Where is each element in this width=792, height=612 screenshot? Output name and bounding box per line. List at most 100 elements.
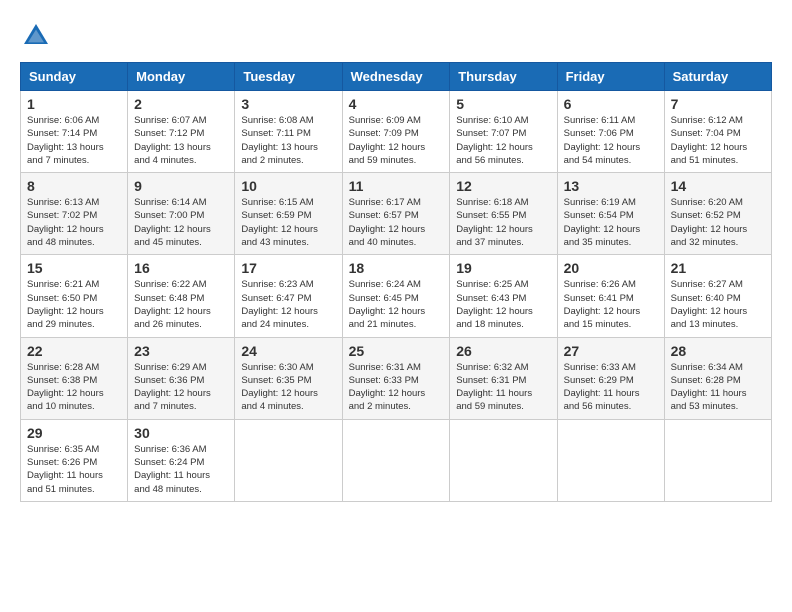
day-number: 17 — [241, 260, 335, 276]
calendar-cell: 18 Sunrise: 6:24 AM Sunset: 6:45 PM Dayli… — [342, 255, 450, 337]
day-number: 18 — [349, 260, 444, 276]
day-number: 6 — [564, 96, 658, 112]
day-info: Sunrise: 6:26 AM Sunset: 6:41 PM Dayligh… — [564, 278, 658, 331]
day-number: 12 — [456, 178, 550, 194]
calendar-cell: 16 Sunrise: 6:22 AM Sunset: 6:48 PM Dayli… — [128, 255, 235, 337]
calendar-cell: 1 Sunrise: 6:06 AM Sunset: 7:14 PM Daylig… — [21, 91, 128, 173]
day-info: Sunrise: 6:08 AM Sunset: 7:11 PM Dayligh… — [241, 114, 335, 167]
calendar-cell: 21Sunrise: 6:27 AM Sunset: 6:40 PM Dayli… — [664, 255, 771, 337]
calendar-cell: 4 Sunrise: 6:09 AM Sunset: 7:09 PM Daylig… — [342, 91, 450, 173]
calendar-cell: 8Sunrise: 6:13 AM Sunset: 7:02 PM Daylig… — [21, 173, 128, 255]
day-number: 3 — [241, 96, 335, 112]
calendar-cell: 30 Sunrise: 6:36 AM Sunset: 6:24 PM Dayli… — [128, 419, 235, 501]
calendar-week-row: 29 Sunrise: 6:35 AM Sunset: 6:26 PM Dayli… — [21, 419, 772, 501]
day-number: 9 — [134, 178, 228, 194]
calendar-cell: 15 Sunrise: 6:21 AM Sunset: 6:50 PM Dayli… — [21, 255, 128, 337]
calendar-cell: 28 Sunrise: 6:34 AM Sunset: 6:28 PM Dayli… — [664, 337, 771, 419]
day-of-week-friday: Friday — [557, 63, 664, 91]
calendar-cell: 9Sunrise: 6:14 AM Sunset: 7:00 PM Daylig… — [128, 173, 235, 255]
day-info: Sunrise: 6:07 AM Sunset: 7:12 PM Dayligh… — [134, 114, 228, 167]
calendar-cell: 19 Sunrise: 6:25 AM Sunset: 6:43 PM Dayli… — [450, 255, 557, 337]
day-number: 13 — [564, 178, 658, 194]
day-info: Sunrise: 6:36 AM Sunset: 6:24 PM Dayligh… — [134, 443, 228, 496]
calendar-cell — [664, 419, 771, 501]
calendar-cell: 14Sunrise: 6:20 AM Sunset: 6:52 PM Dayli… — [664, 173, 771, 255]
day-info: Sunrise: 6:15 AM Sunset: 6:59 PM Dayligh… — [241, 196, 335, 249]
day-of-week-monday: Monday — [128, 63, 235, 91]
day-info: Sunrise: 6:29 AM Sunset: 6:36 PM Dayligh… — [134, 361, 228, 414]
calendar-cell: 3 Sunrise: 6:08 AM Sunset: 7:11 PM Daylig… — [235, 91, 342, 173]
calendar-cell: 17 Sunrise: 6:23 AM Sunset: 6:47 PM Dayli… — [235, 255, 342, 337]
calendar-cell: 25Sunrise: 6:31 AM Sunset: 6:33 PM Dayli… — [342, 337, 450, 419]
day-info: Sunrise: 6:12 AM Sunset: 7:04 PM Dayligh… — [671, 114, 765, 167]
calendar-week-row: 15 Sunrise: 6:21 AM Sunset: 6:50 PM Dayli… — [21, 255, 772, 337]
day-number: 26 — [456, 343, 550, 359]
calendar-cell — [235, 419, 342, 501]
logo-icon — [20, 20, 52, 52]
calendar-cell: 13Sunrise: 6:19 AM Sunset: 6:54 PM Dayli… — [557, 173, 664, 255]
day-number: 29 — [27, 425, 121, 441]
logo — [20, 20, 58, 52]
calendar-week-row: 22 Sunrise: 6:28 AM Sunset: 6:38 PM Dayli… — [21, 337, 772, 419]
day-number: 22 — [27, 343, 121, 359]
day-info: Sunrise: 6:18 AM Sunset: 6:55 PM Dayligh… — [456, 196, 550, 249]
day-info: Sunrise: 6:13 AM Sunset: 7:02 PM Dayligh… — [27, 196, 121, 249]
day-number: 7 — [671, 96, 765, 112]
day-of-week-wednesday: Wednesday — [342, 63, 450, 91]
calendar-cell: 29 Sunrise: 6:35 AM Sunset: 6:26 PM Dayli… — [21, 419, 128, 501]
day-number: 27 — [564, 343, 658, 359]
calendar-cell: 26 Sunrise: 6:32 AM Sunset: 6:31 PM Dayli… — [450, 337, 557, 419]
day-info: Sunrise: 6:32 AM Sunset: 6:31 PM Dayligh… — [456, 361, 550, 414]
calendar-cell — [557, 419, 664, 501]
day-info: Sunrise: 6:30 AM Sunset: 6:35 PM Dayligh… — [241, 361, 335, 414]
day-of-week-sunday: Sunday — [21, 63, 128, 91]
calendar-cell: 20 Sunrise: 6:26 AM Sunset: 6:41 PM Dayli… — [557, 255, 664, 337]
day-info: Sunrise: 6:11 AM Sunset: 7:06 PM Dayligh… — [564, 114, 658, 167]
calendar-header-row: SundayMondayTuesdayWednesdayThursdayFrid… — [21, 63, 772, 91]
day-info: Sunrise: 6:06 AM Sunset: 7:14 PM Dayligh… — [27, 114, 121, 167]
day-info: Sunrise: 6:17 AM Sunset: 6:57 PM Dayligh… — [349, 196, 444, 249]
day-of-week-saturday: Saturday — [664, 63, 771, 91]
day-info: Sunrise: 6:10 AM Sunset: 7:07 PM Dayligh… — [456, 114, 550, 167]
day-info: Sunrise: 6:34 AM Sunset: 6:28 PM Dayligh… — [671, 361, 765, 414]
day-info: Sunrise: 6:31 AM Sunset: 6:33 PM Dayligh… — [349, 361, 444, 414]
day-number: 1 — [27, 96, 121, 112]
calendar-cell — [450, 419, 557, 501]
calendar-cell: 23 Sunrise: 6:29 AM Sunset: 6:36 PM Dayli… — [128, 337, 235, 419]
calendar-table: SundayMondayTuesdayWednesdayThursdayFrid… — [20, 62, 772, 502]
day-info: Sunrise: 6:21 AM Sunset: 6:50 PM Dayligh… — [27, 278, 121, 331]
day-number: 28 — [671, 343, 765, 359]
day-number: 24 — [241, 343, 335, 359]
calendar-cell: 7 Sunrise: 6:12 AM Sunset: 7:04 PM Daylig… — [664, 91, 771, 173]
calendar-cell: 10Sunrise: 6:15 AM Sunset: 6:59 PM Dayli… — [235, 173, 342, 255]
calendar-week-row: 8Sunrise: 6:13 AM Sunset: 7:02 PM Daylig… — [21, 173, 772, 255]
calendar-cell: 27 Sunrise: 6:33 AM Sunset: 6:29 PM Dayli… — [557, 337, 664, 419]
day-info: Sunrise: 6:20 AM Sunset: 6:52 PM Dayligh… — [671, 196, 765, 249]
day-number: 2 — [134, 96, 228, 112]
day-number: 20 — [564, 260, 658, 276]
day-info: Sunrise: 6:33 AM Sunset: 6:29 PM Dayligh… — [564, 361, 658, 414]
day-number: 19 — [456, 260, 550, 276]
day-number: 16 — [134, 260, 228, 276]
day-of-week-thursday: Thursday — [450, 63, 557, 91]
day-info: Sunrise: 6:24 AM Sunset: 6:45 PM Dayligh… — [349, 278, 444, 331]
day-number: 5 — [456, 96, 550, 112]
day-number: 30 — [134, 425, 228, 441]
calendar-cell: 24 Sunrise: 6:30 AM Sunset: 6:35 PM Dayli… — [235, 337, 342, 419]
day-number: 21 — [671, 260, 765, 276]
day-number: 15 — [27, 260, 121, 276]
day-number: 4 — [349, 96, 444, 112]
day-info: Sunrise: 6:23 AM Sunset: 6:47 PM Dayligh… — [241, 278, 335, 331]
day-info: Sunrise: 6:25 AM Sunset: 6:43 PM Dayligh… — [456, 278, 550, 331]
page-header — [20, 20, 772, 52]
day-number: 23 — [134, 343, 228, 359]
calendar-cell — [342, 419, 450, 501]
day-info: Sunrise: 6:28 AM Sunset: 6:38 PM Dayligh… — [27, 361, 121, 414]
calendar-cell: 6 Sunrise: 6:11 AM Sunset: 7:06 PM Daylig… — [557, 91, 664, 173]
calendar-cell: 5 Sunrise: 6:10 AM Sunset: 7:07 PM Daylig… — [450, 91, 557, 173]
day-of-week-tuesday: Tuesday — [235, 63, 342, 91]
day-info: Sunrise: 6:22 AM Sunset: 6:48 PM Dayligh… — [134, 278, 228, 331]
calendar-cell: 12 Sunrise: 6:18 AM Sunset: 6:55 PM Dayli… — [450, 173, 557, 255]
day-info: Sunrise: 6:35 AM Sunset: 6:26 PM Dayligh… — [27, 443, 121, 496]
day-info: Sunrise: 6:09 AM Sunset: 7:09 PM Dayligh… — [349, 114, 444, 167]
